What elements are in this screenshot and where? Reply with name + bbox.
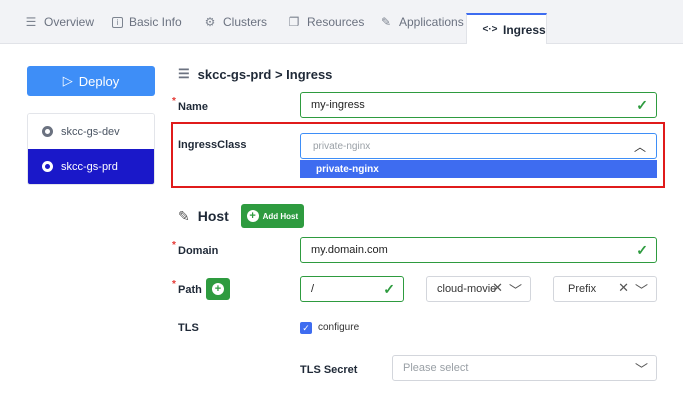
- copy-icon: ❐: [288, 15, 300, 29]
- chevron-down-icon[interactable]: ﹀: [635, 280, 648, 299]
- service-select[interactable]: cloud-movie ✕ ﹀: [426, 276, 531, 302]
- tab-label: Applications: [399, 15, 464, 29]
- tab-ingress[interactable]: <·> Ingress: [466, 13, 547, 44]
- domain-label-text: Domain: [178, 245, 219, 257]
- tab-label: Basic Info: [129, 15, 182, 29]
- plus-icon: +: [212, 283, 224, 295]
- info-icon: i: [112, 16, 123, 28]
- tab-bar: ☰ Overview i Basic Info ⚙ Clusters ❐ Res…: [0, 0, 683, 44]
- select-controls: ﹀: [635, 359, 648, 378]
- add-host-label: Add Host: [262, 211, 299, 221]
- cluster-label: skcc-gs-prd: [61, 160, 118, 173]
- required-marker: *: [172, 240, 176, 251]
- chevron-down-icon[interactable]: ﹀: [509, 280, 522, 299]
- path-input[interactable]: / ✓: [300, 276, 404, 302]
- add-path-button[interactable]: +: [206, 278, 230, 300]
- name-input[interactable]: my-ingress ✓: [300, 92, 657, 118]
- tab-applications[interactable]: ✎ Applications: [379, 0, 464, 44]
- breadcrumb-text: skcc-gs-prd > Ingress: [197, 66, 333, 82]
- path-type-select[interactable]: Prefix ✕ ﹀: [553, 276, 657, 302]
- cluster-icon: ⚙: [204, 15, 216, 29]
- host-title-text: Host: [197, 208, 229, 224]
- path-label: * Path: [172, 279, 202, 296]
- domain-label: * Domain: [172, 240, 219, 257]
- breadcrumb: ☰ skcc-gs-prd > Ingress: [178, 66, 332, 82]
- tab-label: Resources: [307, 15, 365, 29]
- ingressclass-placeholder: private-nginx: [313, 140, 371, 152]
- add-host-button[interactable]: + Add Host: [240, 204, 304, 228]
- tab-label: Ingress: [503, 22, 546, 37]
- list-icon: ☰: [25, 15, 37, 29]
- domain-input[interactable]: my.domain.com ✓: [300, 237, 657, 263]
- tls-configure-checkbox[interactable]: ✓: [300, 322, 312, 334]
- cluster-label: skcc-gs-dev: [61, 125, 120, 138]
- list-icon: ☰: [178, 66, 190, 81]
- required-marker: *: [172, 96, 176, 107]
- cluster-item-skcc-gs-dev[interactable]: skcc-gs-dev: [28, 114, 154, 149]
- clear-icon[interactable]: ✕: [618, 280, 629, 299]
- check-icon: ✓: [383, 281, 395, 297]
- tls-label: TLS: [178, 322, 199, 334]
- tab-overview[interactable]: ☰ Overview: [24, 0, 94, 44]
- cluster-list: skcc-gs-dev skcc-gs-prd: [27, 113, 155, 185]
- ingressclass-select[interactable]: private-nginx ︿: [300, 133, 657, 159]
- service-select-value: cloud-movie: [437, 283, 497, 295]
- path-label-text: Path: [178, 284, 202, 296]
- tls-secret-label: TLS Secret: [300, 364, 358, 376]
- deploy-label: Deploy: [78, 73, 120, 89]
- chevron-down-icon[interactable]: ﹀: [635, 359, 648, 378]
- path-type-value: Prefix: [568, 283, 597, 295]
- select-controls: ✕ ﹀: [492, 280, 522, 299]
- kubernetes-icon: [42, 161, 53, 172]
- kubernetes-icon: [42, 126, 53, 137]
- tls-configure-label: configure: [318, 322, 360, 333]
- cluster-item-skcc-gs-prd[interactable]: skcc-gs-prd: [28, 149, 154, 184]
- ingressclass-label: IngressClass: [178, 139, 247, 151]
- tls-secret-select[interactable]: Please select ﹀: [392, 355, 657, 381]
- name-input-value: my-ingress: [311, 99, 365, 111]
- check-icon: ✓: [636, 97, 648, 113]
- tab-basic-info[interactable]: i Basic Info: [112, 0, 182, 44]
- select-controls: ✕ ﹀: [618, 280, 648, 299]
- code-icon: <·>: [482, 24, 498, 35]
- chevron-up-icon: ︿: [633, 140, 646, 154]
- plus-icon: +: [246, 210, 259, 222]
- name-label-text: Name: [178, 101, 208, 113]
- name-label: * Name: [172, 96, 208, 113]
- domain-input-value: my.domain.com: [311, 244, 388, 256]
- required-marker: *: [172, 279, 176, 290]
- apps-icon: ✎: [380, 15, 392, 29]
- tab-clusters[interactable]: ⚙ Clusters: [203, 0, 267, 44]
- ingressclass-option[interactable]: private-nginx: [300, 160, 657, 178]
- tab-resources[interactable]: ❐ Resources: [287, 0, 365, 44]
- check-icon: ✓: [636, 242, 648, 258]
- edit-icon: ✎: [178, 207, 190, 224]
- host-section-title: ✎ Host + Add Host: [178, 204, 304, 228]
- tls-secret-placeholder: Please select: [403, 362, 469, 374]
- play-icon: ▷: [62, 73, 73, 88]
- clear-icon[interactable]: ✕: [492, 280, 503, 299]
- tab-label: Clusters: [223, 15, 268, 29]
- tab-label: Overview: [44, 15, 95, 29]
- deploy-button[interactable]: ▷ Deploy: [27, 66, 155, 96]
- path-input-value: /: [311, 283, 315, 295]
